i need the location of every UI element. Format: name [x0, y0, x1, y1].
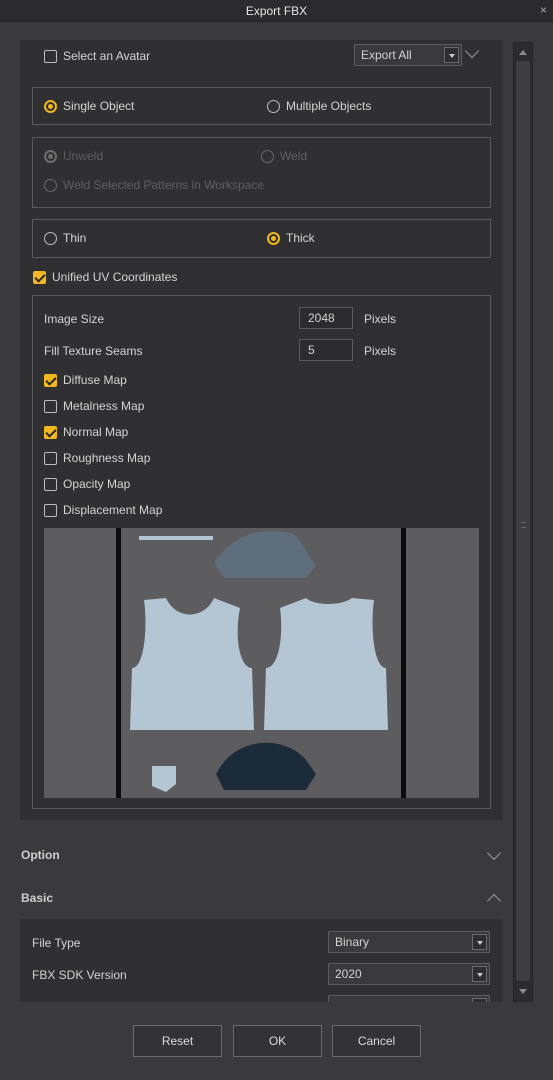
metalness-map-checkbox[interactable] [44, 400, 57, 413]
select-avatar-checkbox[interactable] [44, 50, 57, 63]
unified-uv-label: Unified UV Coordinates [52, 270, 178, 284]
vertical-scrollbar[interactable] [513, 42, 533, 1002]
diffuse-map-checkbox[interactable] [44, 374, 57, 387]
roughness-map-checkbox[interactable] [44, 452, 57, 465]
thick-label: Thick [286, 231, 315, 245]
fill-seams-input[interactable]: 5 [299, 339, 353, 361]
reset-button[interactable]: Reset [133, 1025, 222, 1057]
single-object-radio[interactable] [44, 100, 57, 113]
diffuse-map-label: Diffuse Map [63, 373, 127, 387]
unweld-label: Unweld [63, 149, 104, 163]
image-size-input[interactable]: 2048 [299, 307, 353, 329]
weld-selected-label: Weld Selected Patterns in Workspace [63, 178, 264, 192]
image-size-label: Image Size [44, 312, 105, 326]
sdk-version-dropdown[interactable]: 2020 [328, 963, 490, 985]
scroll-up-icon[interactable] [519, 50, 527, 55]
close-icon[interactable]: × [540, 3, 547, 17]
ok-button[interactable]: OK [233, 1025, 322, 1057]
unweld-radio [44, 150, 57, 163]
chevron-down-icon [472, 934, 487, 950]
scrollbar-thumb[interactable] [516, 61, 530, 981]
settings-scroll-area[interactable]: Select an Avatar Export All Single Objec… [0, 22, 512, 1002]
sdk-version-value: 2020 [335, 967, 362, 981]
uv-layout-preview [44, 528, 479, 798]
scroll-down-icon[interactable] [519, 989, 527, 994]
sdk-version-label: FBX SDK Version [32, 968, 127, 982]
file-type-value: Binary [335, 935, 370, 949]
unified-uv-checkbox[interactable] [33, 271, 46, 284]
thin-label: Thin [63, 231, 87, 245]
opacity-map-checkbox[interactable] [44, 478, 57, 491]
opacity-map-label: Opacity Map [63, 477, 131, 491]
metalness-map-label: Metalness Map [63, 399, 145, 413]
thickness-group: Thin Thick [32, 219, 491, 258]
uv-strip-piece [139, 536, 213, 540]
multiple-objects-label: Multiple Objects [286, 99, 372, 113]
image-size-unit: Pixels [364, 312, 397, 326]
basic-section-title[interactable]: Basic [21, 891, 53, 905]
export-settings-panel: Select an Avatar Export All Single Objec… [20, 40, 502, 820]
uv-front-body-piece [130, 598, 254, 730]
roughness-map-label: Roughness Map [63, 451, 151, 465]
export-scope-dropdown[interactable]: Export All [354, 44, 462, 66]
select-avatar-label: Select an Avatar [63, 49, 151, 63]
fill-seams-unit: Pixels [364, 344, 397, 358]
thick-radio[interactable] [267, 232, 280, 245]
single-object-label: Single Object [63, 99, 135, 113]
fill-seams-label: Fill Texture Seams [44, 344, 143, 358]
thin-radio[interactable] [44, 232, 57, 245]
cancel-button[interactable]: Cancel [332, 1025, 421, 1057]
displacement-map-checkbox[interactable] [44, 504, 57, 517]
multiple-objects-radio[interactable] [267, 100, 280, 113]
displacement-map-label: Displacement Map [63, 503, 163, 517]
weld-radio [261, 150, 274, 163]
export-scope-value: Export All [361, 48, 412, 62]
partial-dropdown[interactable] [328, 995, 490, 1002]
scrollbar-grip-icon [521, 522, 526, 528]
file-type-label: File Type [32, 936, 81, 950]
window-title: Export FBX [245, 4, 308, 18]
uv-back-body-piece [264, 598, 388, 730]
texture-settings-group: Image Size 2048 Pixels Fill Texture Seam… [32, 295, 491, 809]
uv-left-border [116, 528, 121, 798]
weld-selected-radio [44, 179, 57, 192]
collapse-avatar-chevron-icon[interactable] [464, 43, 480, 59]
chevron-down-icon [472, 966, 487, 982]
option-section-title[interactable]: Option [21, 848, 60, 862]
object-mode-group: Single Object Multiple Objects [32, 87, 491, 125]
weld-label: Weld [280, 149, 308, 163]
file-type-dropdown[interactable]: Binary [328, 931, 490, 953]
weld-group: Unweld Weld Weld Selected Patterns in Wo… [32, 137, 491, 208]
chevron-down-icon [444, 47, 459, 63]
basic-chevron-up-icon[interactable] [486, 893, 502, 909]
uv-right-border [401, 528, 406, 798]
normal-map-checkbox[interactable] [44, 426, 57, 439]
basic-settings-panel: File Type Binary FBX SDK Version 2020 [20, 919, 502, 1002]
option-chevron-down-icon[interactable] [486, 845, 502, 861]
title-bar: Export FBX × [0, 0, 553, 22]
normal-map-label: Normal Map [63, 425, 129, 439]
